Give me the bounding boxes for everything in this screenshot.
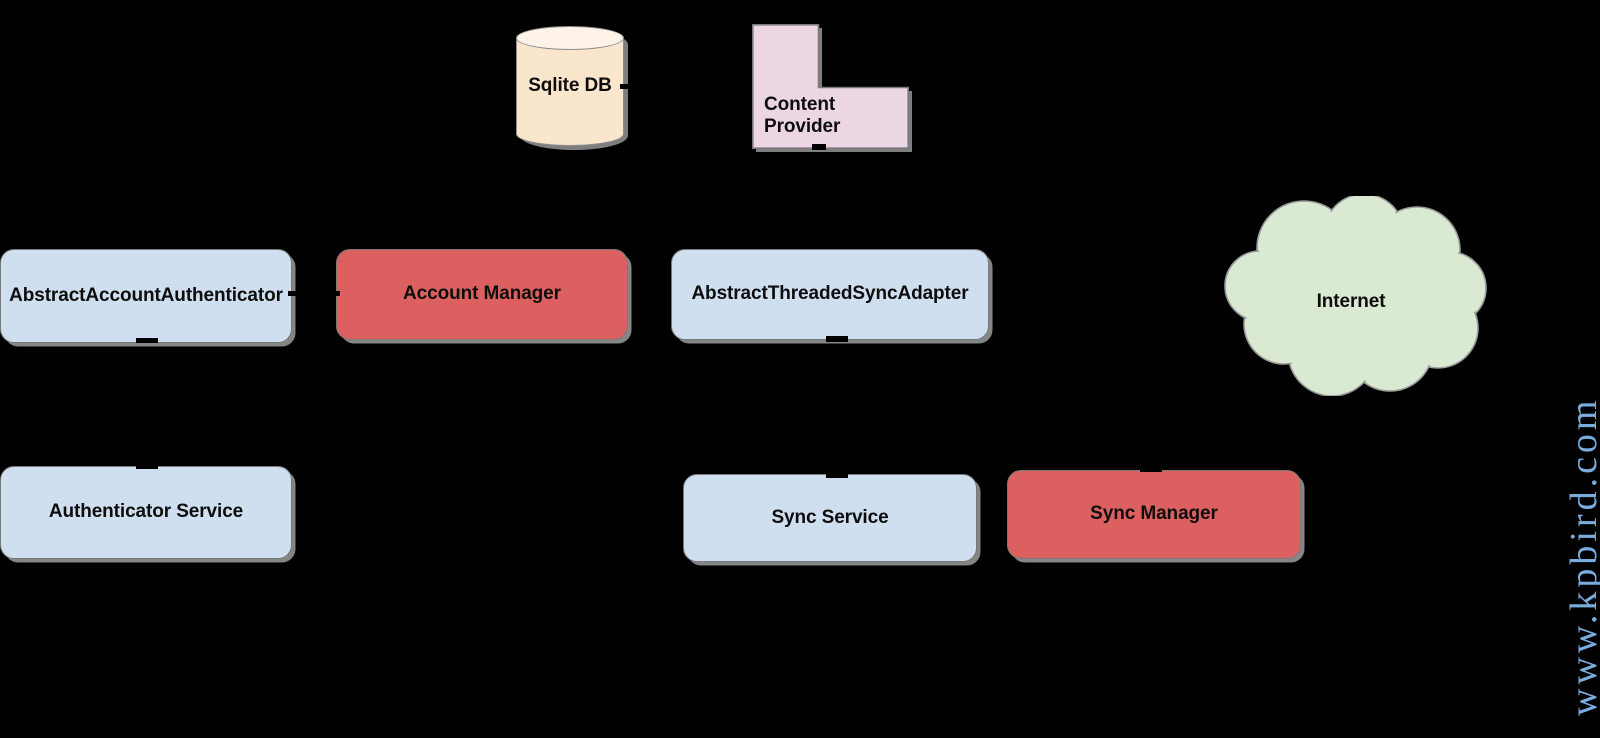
node-account-manager[interactable]: Account Manager [336,249,628,340]
node-label-authenticator-service: Authenticator Service [48,501,244,523]
node-abstract-threaded-sync-adapter[interactable]: AbstractThreadedSyncAdapter [671,249,989,340]
edge-stub-sync-adapter-bottom [826,336,848,342]
diagram-canvas: Sqlite DB Content Provider AbstractAccou… [0,0,1600,738]
node-label-sync-manager: Sync Manager [1090,503,1218,525]
edge-stub-authenticator-right [288,291,296,296]
edge-stub-sync-service-top [826,472,848,478]
cylinder-top-ellipse [516,26,624,50]
edge-stub-sync-manager-top [1140,466,1162,472]
watermark-text: www.kpbird.com [1563,396,1600,717]
node-sync-manager[interactable]: Sync Manager [1007,470,1301,559]
edge-stub-account-manager-left [330,291,340,296]
node-label-internet: Internet [1316,291,1386,312]
node-sqlite-db[interactable]: Sqlite DB [516,26,628,150]
edge-stub-authenticator-service-top [136,464,158,469]
edge-stub-authenticator-bottom [136,338,158,343]
node-label-abstract-threaded-sync-adapter: AbstractThreadedSyncAdapter [691,283,969,305]
node-abstract-account-authenticator[interactable]: AbstractAccountAuthenticator [0,249,292,343]
node-label-account-manager: Account Manager [403,283,561,305]
node-content-provider[interactable]: Content Provider [752,24,912,152]
node-label-sync-service: Sync Service [771,506,889,528]
edge-stub-content-provider-bottom [812,144,826,150]
edge-stub-sqlite-right [620,84,630,89]
node-authenticator-service[interactable]: Authenticator Service [0,466,292,559]
node-label-content-provider: Content Provider [764,94,841,138]
node-label-sqlite-db: Sqlite DB [528,74,612,96]
node-sync-service[interactable]: Sync Service [683,474,977,562]
node-internet[interactable]: Internet [1212,193,1490,397]
node-label-abstract-account-authenticator: AbstractAccountAuthenticator [9,284,283,306]
